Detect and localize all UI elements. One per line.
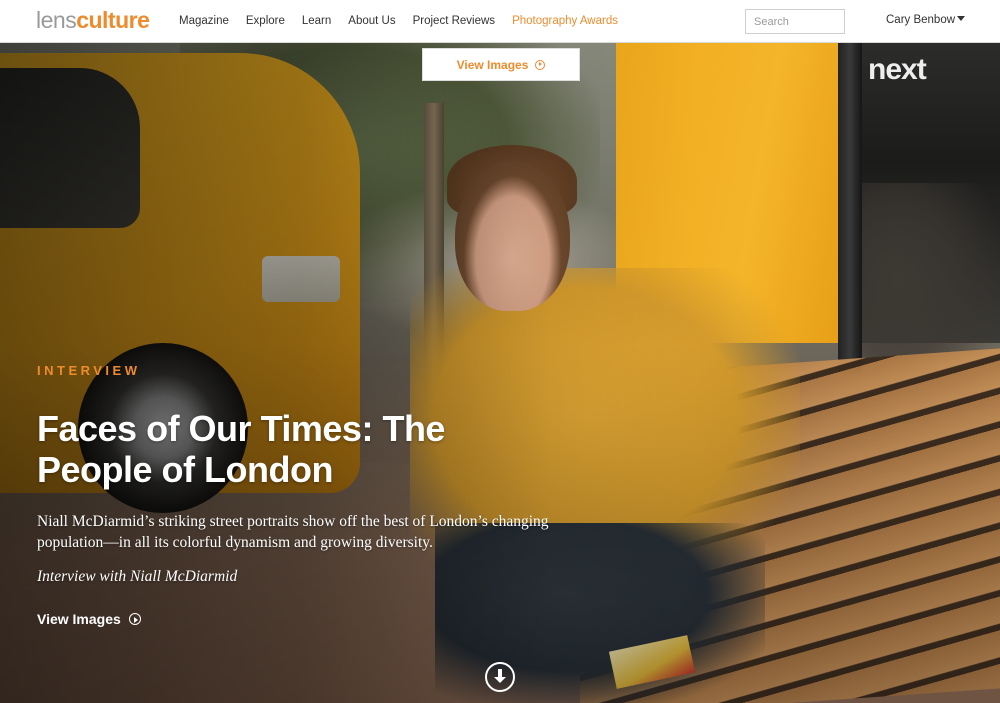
article-title[interactable]: Faces of Our Times: The People of London: [37, 408, 517, 490]
view-images-top-label: View Images: [456, 57, 529, 72]
nav-item-photography-awards[interactable]: Photography Awards: [512, 15, 618, 27]
search-input[interactable]: [745, 9, 845, 34]
view-images-bottom-link[interactable]: View Images: [37, 611, 141, 627]
top-nav-bar: lensculture Magazine Explore Learn About…: [0, 0, 1000, 43]
nav-item-project-reviews[interactable]: Project Reviews: [413, 15, 495, 27]
view-images-bottom-label: View Images: [37, 611, 121, 627]
scroll-down-arrow-icon[interactable]: [485, 662, 515, 692]
nav-item-learn[interactable]: Learn: [302, 15, 331, 27]
view-images-top-button[interactable]: View Images: [422, 48, 580, 81]
article-kicker: INTERVIEW: [37, 363, 141, 378]
hero-image: next: [0, 43, 1000, 703]
lensculture-logo[interactable]: lensculture: [36, 6, 150, 34]
nav-item-explore[interactable]: Explore: [246, 15, 285, 27]
logo-text-light: lens: [36, 7, 77, 33]
user-menu[interactable]: Cary Benbow: [886, 14, 966, 26]
caret-down-icon: [957, 16, 966, 21]
nav-item-magazine[interactable]: Magazine: [179, 15, 229, 27]
logo-text-bold: culture: [76, 7, 150, 33]
article-dek: Niall McDiarmid’s striking street portra…: [37, 513, 549, 551]
nav-item-about-us[interactable]: About Us: [348, 15, 395, 27]
article-byline: Interview with Niall McDiarmid: [37, 568, 238, 585]
main-nav: Magazine Explore Learn About Us Project …: [179, 0, 635, 42]
play-circle-icon: [535, 59, 546, 70]
play-circle-icon: [128, 613, 141, 625]
user-name: Cary Benbow: [886, 14, 956, 26]
